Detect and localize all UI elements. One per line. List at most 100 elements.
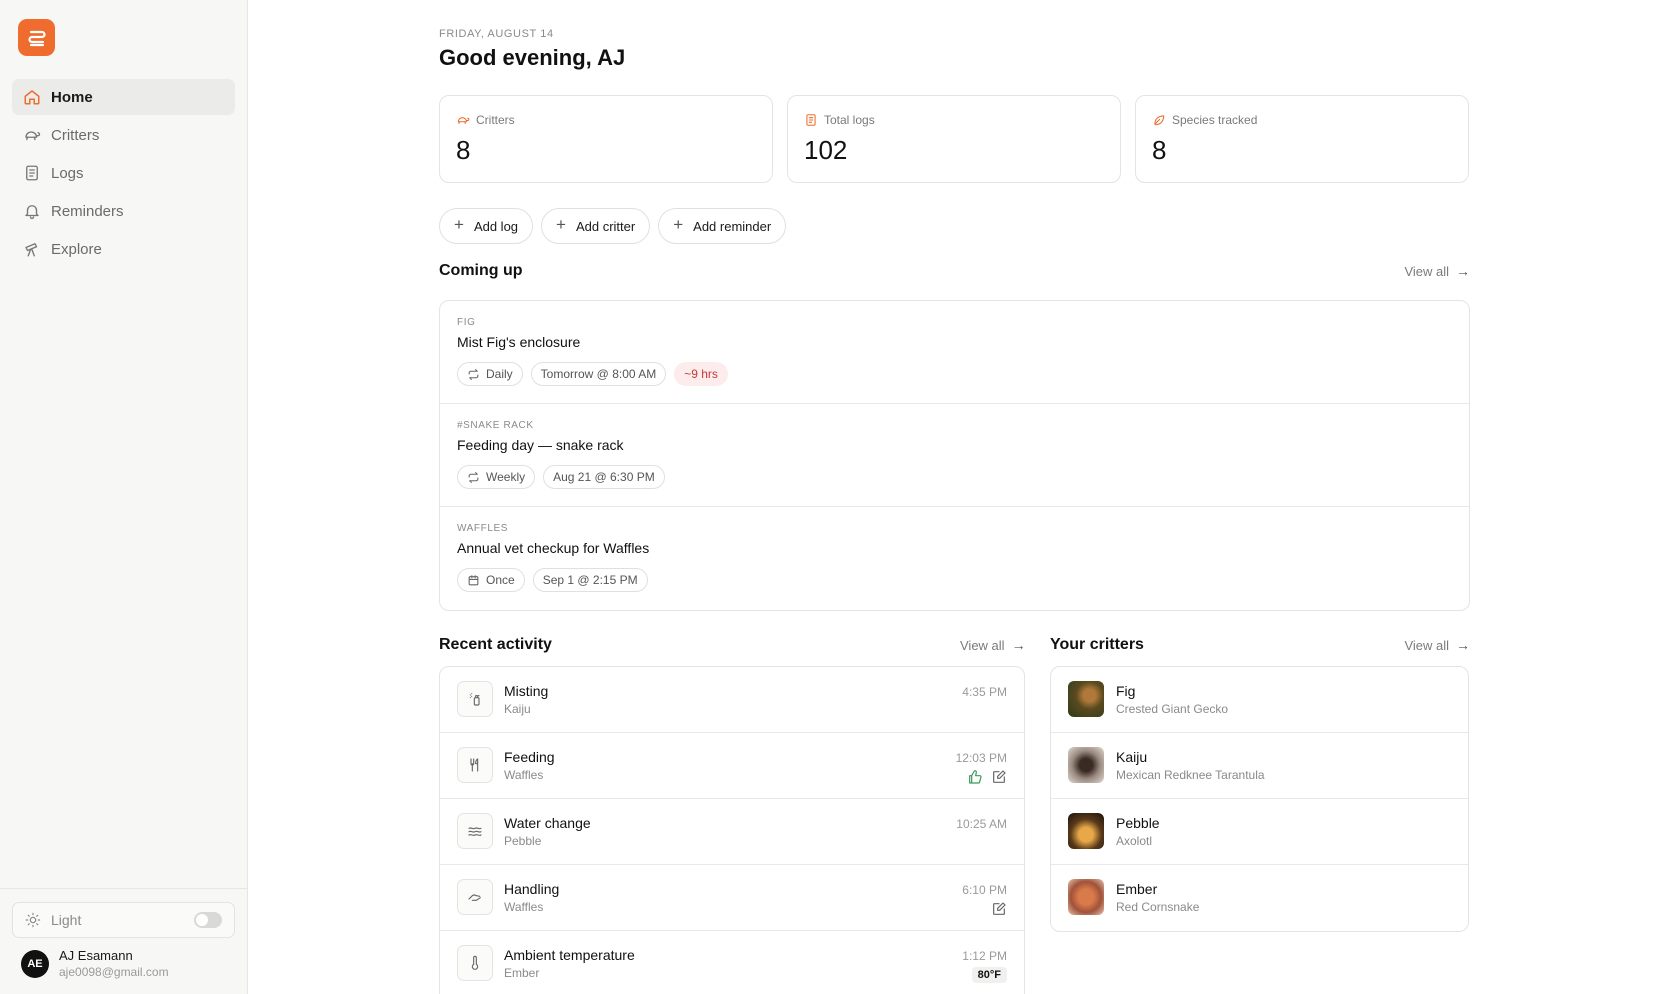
- repeat-icon: [468, 471, 479, 483]
- critter-row[interactable]: Ember Red Cornsnake: [1051, 865, 1468, 931]
- reminder-title: Feeding day — snake rack: [457, 437, 624, 453]
- activity-critter: Kaiju: [504, 702, 531, 716]
- current-date: FRIDAY, AUGUST 14: [439, 28, 554, 40]
- main-content: FRIDAY, AUGUST 14 Good evening, AJ Critt…: [248, 0, 1666, 994]
- activity-title: Misting: [504, 683, 549, 699]
- notebook-icon: [26, 165, 38, 181]
- critter-species: Crested Giant Gecko: [1116, 702, 1229, 716]
- repeat-chip: Weekly: [457, 465, 536, 489]
- activity-badges: 80°F: [971, 967, 1007, 983]
- your-critters-title: Your critters: [1050, 636, 1144, 653]
- due-badge: ~9 hrs: [674, 362, 728, 386]
- add-reminder-button[interactable]: + Add reminder: [658, 208, 787, 244]
- button-label: Add critter: [575, 218, 636, 234]
- critter-species: Red Cornsnake: [1116, 900, 1200, 914]
- activity-critter: Waffles: [504, 900, 544, 914]
- repeat-chip: Once: [457, 568, 525, 592]
- arrow-right-icon: →: [1011, 637, 1026, 653]
- reminder-item[interactable]: WAFFLES Annual vet checkup for Waffles O…: [440, 507, 1469, 610]
- when-chip: Tomorrow @ 8:00 AM: [530, 362, 667, 386]
- add-critter-button[interactable]: + Add critter: [541, 208, 651, 244]
- activity-row[interactable]: Handling Waffles 6:10 PM: [440, 865, 1024, 931]
- critters-list: Fig Crested Giant Gecko Kaiju Mexican Re…: [1050, 666, 1469, 932]
- sidebar-item-label: Home: [51, 88, 93, 106]
- link-label: View all: [1404, 637, 1449, 653]
- theme-switch[interactable]: [194, 912, 222, 928]
- recent-activity-title: Recent activity: [439, 636, 552, 653]
- repeat-chip: Daily: [457, 362, 523, 386]
- activity-time: 12:03 PM: [955, 751, 1007, 765]
- arrow-right-icon: →: [1456, 263, 1470, 279]
- when-chip: Aug 21 @ 6:30 PM: [543, 465, 665, 489]
- reminder-tag: FIG: [457, 317, 476, 328]
- sidebar-item-home[interactable]: Home: [12, 79, 235, 115]
- leaf-icon: [1154, 115, 1165, 126]
- critter-row[interactable]: Fig Crested Giant Gecko: [1051, 667, 1468, 733]
- sidebar-footer: Light AE AJ Esamann aje0098@gmail.com: [0, 888, 247, 994]
- coming-up-view-all-link[interactable]: View all →: [1404, 263, 1470, 279]
- reminder-title: Mist Fig's enclosure: [457, 334, 581, 350]
- sidebar-item-reminders[interactable]: Reminders: [12, 193, 235, 229]
- sidebar-item-logs[interactable]: Logs: [12, 155, 235, 191]
- coming-up-title: Coming up: [439, 262, 523, 279]
- reminder-item[interactable]: FIG Mist Fig's enclosure Daily Tomorrow …: [440, 301, 1469, 404]
- stat-label: Species tracked: [1172, 113, 1258, 127]
- sidebar-item-label: Critters: [51, 126, 100, 144]
- activity-row[interactable]: Misting Kaiju 4:35 PM: [440, 667, 1024, 733]
- activity-row[interactable]: Feeding Waffles 12:03 PM: [440, 733, 1024, 799]
- activity-icon-box: [457, 945, 493, 981]
- telescope-icon: [25, 243, 38, 257]
- activity-badges: [991, 901, 1007, 917]
- activity-title: Feeding: [504, 749, 555, 765]
- repeat-icon: [468, 368, 479, 380]
- user-email: aje0098@gmail.com: [59, 965, 169, 979]
- app-logo[interactable]: [18, 19, 55, 56]
- arrow-right-icon: →: [1456, 637, 1470, 653]
- note-edit-icon[interactable]: [991, 769, 1007, 785]
- critters-view-all-link[interactable]: View all →: [1404, 637, 1470, 653]
- water-waves-icon: [468, 827, 482, 836]
- sidebar-item-explore[interactable]: Explore: [12, 231, 235, 267]
- critter-row[interactable]: Kaiju Mexican Redknee Tarantula: [1051, 733, 1468, 799]
- button-label: Add log: [473, 218, 519, 234]
- theme-toggle[interactable]: Light: [12, 902, 235, 938]
- critter-photo: [1068, 747, 1104, 783]
- stat-label: Total logs: [824, 113, 875, 127]
- sidebar-item-label: Explore: [51, 240, 102, 258]
- reminder-item[interactable]: #SNAKE RACK Feeding day — snake rack Wee…: [440, 404, 1469, 507]
- calendar-icon: [468, 574, 479, 585]
- turtle-icon: [457, 117, 470, 125]
- activity-icon-box: [457, 747, 493, 783]
- user-profile[interactable]: AE AJ Esamann aje0098@gmail.com: [21, 948, 169, 979]
- critter-name: Pebble: [1116, 815, 1160, 831]
- activity-row[interactable]: Water change Pebble 10:25 AM: [440, 799, 1024, 865]
- notebook-icon: [806, 114, 816, 126]
- sidebar-item-critters[interactable]: Critters: [12, 117, 235, 153]
- critter-row[interactable]: Pebble Axolotl: [1051, 799, 1468, 865]
- temperature-value: 80°F: [971, 967, 1007, 983]
- activity-critter: Waffles: [504, 768, 544, 782]
- activity-view-all-link[interactable]: View all →: [960, 637, 1026, 653]
- reminder-tag: WAFFLES: [457, 523, 509, 534]
- stat-card-critters: Critters 8: [439, 95, 773, 183]
- add-log-button[interactable]: + Add log: [439, 208, 534, 244]
- reminder-title: Annual vet checkup for Waffles: [457, 540, 650, 556]
- stat-card-total-logs: Total logs 102: [787, 95, 1121, 183]
- note-edit-icon[interactable]: [991, 901, 1007, 917]
- stat-value: 102: [804, 135, 848, 165]
- activity-list: Misting Kaiju 4:35 PM Feeding Waffles 12…: [439, 666, 1025, 994]
- sidebar-item-label: Logs: [51, 164, 84, 182]
- fork-knife-icon: [470, 758, 479, 772]
- activity-time: 4:35 PM: [962, 685, 1007, 699]
- stat-value: 8: [456, 135, 471, 165]
- quick-actions: + Add log + Add critter + Add reminder: [439, 208, 787, 244]
- link-label: View all: [1404, 263, 1449, 279]
- activity-time: 1:12 PM: [962, 949, 1007, 963]
- stat-value: 8: [1152, 135, 1167, 165]
- activity-row[interactable]: Ambient temperature Ember 1:12 PM 80°F: [440, 931, 1024, 994]
- critter-photo: [1068, 681, 1104, 717]
- activity-title: Handling: [504, 881, 560, 897]
- button-label: Add reminder: [693, 218, 772, 234]
- activity-time: 6:10 PM: [962, 883, 1007, 897]
- thumbs-up-icon[interactable]: [967, 769, 983, 785]
